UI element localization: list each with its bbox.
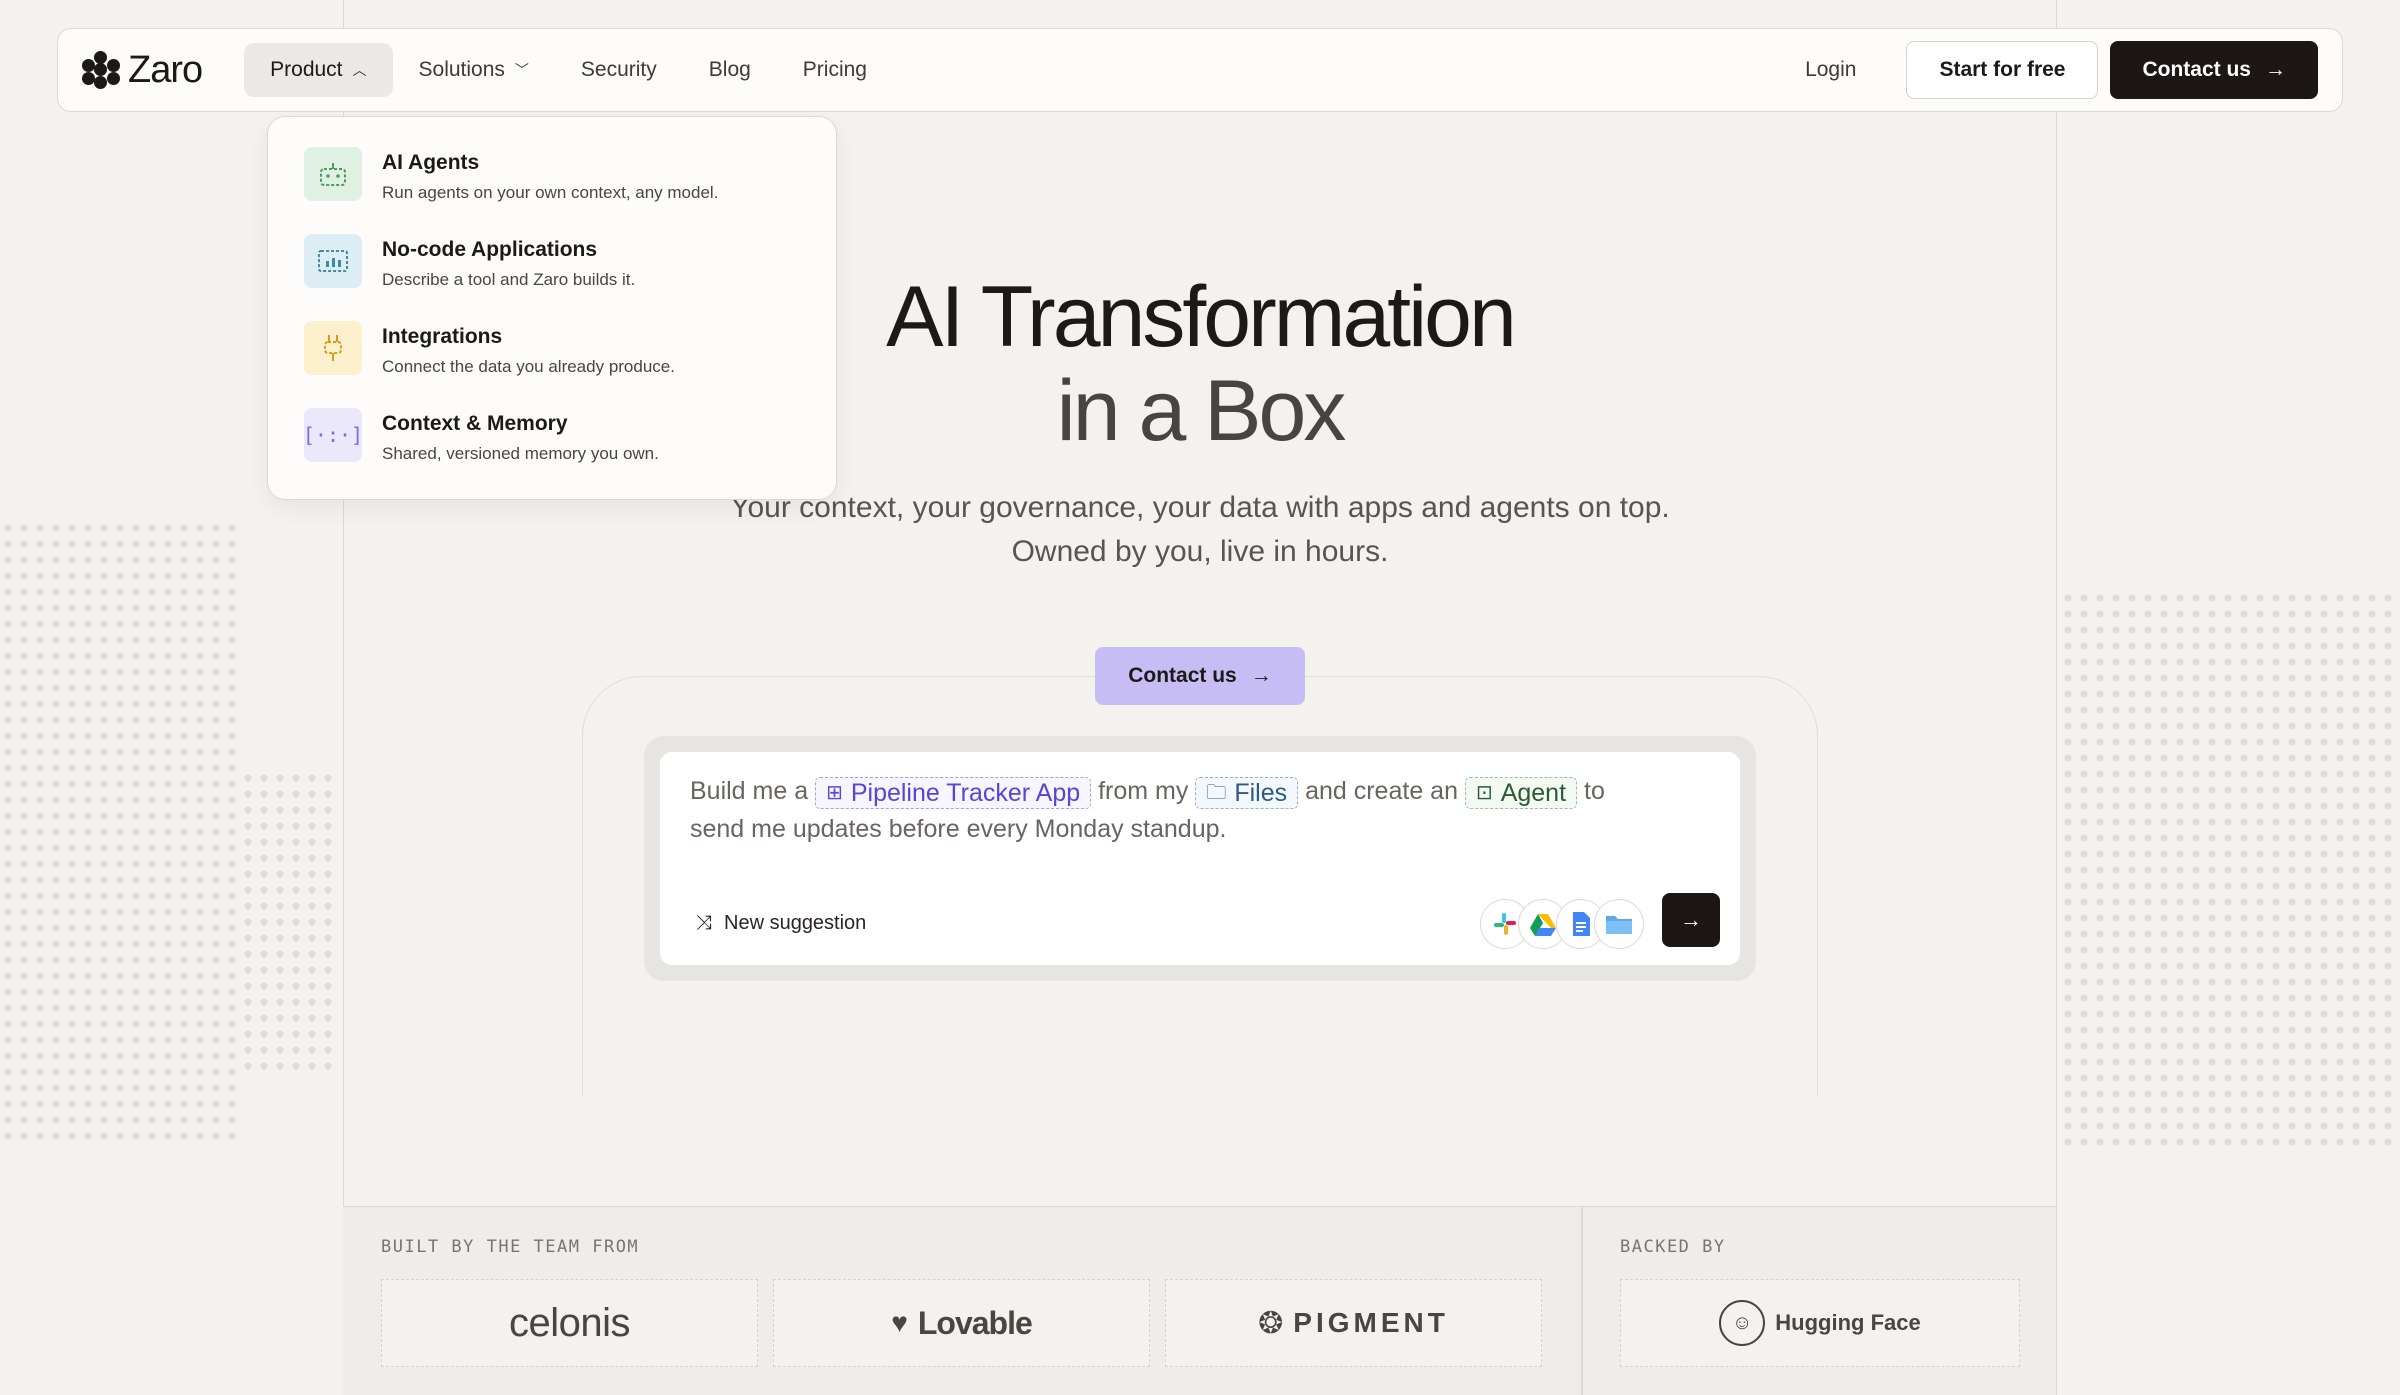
nav-pricing[interactable]: Pricing	[777, 43, 893, 97]
logos-section: BUILT BY THE TEAM FROM BACKED BY celonis…	[343, 1206, 2056, 1395]
hugging-face-icon: ☺	[1719, 1300, 1766, 1346]
menu-item-title: No-code Applications	[382, 238, 598, 261]
heart-icon: ♥	[891, 1307, 908, 1338]
dot-map-left	[0, 520, 240, 1140]
chip-agent[interactable]: ⊡ Agent	[1464, 777, 1578, 809]
chevron-up-icon: ︿	[352, 62, 367, 78]
nav-solutions-label: Solutions	[418, 58, 505, 81]
new-suggestion-button[interactable]: ⤨ New suggestion	[696, 912, 866, 935]
login-link[interactable]: Login	[1767, 58, 1894, 82]
menu-item-title: AI Agents	[382, 151, 480, 174]
menu-item-title: Context & Memory	[382, 412, 568, 435]
product-dropdown-menu: AI Agents Run agents on your own context…	[267, 116, 837, 500]
start-free-button[interactable]: Start for free	[1906, 41, 2099, 99]
chevron-down-icon: ﹀	[514, 62, 529, 78]
section-divider	[1581, 1207, 1583, 1395]
plug-icon	[304, 321, 362, 375]
app-chart-icon	[304, 234, 362, 288]
contact-us-nav-button[interactable]: Contact us →	[2110, 41, 2318, 99]
hero-contact-us-label: Contact us	[1128, 664, 1237, 687]
folder-icon	[1594, 899, 1644, 949]
hero-contact-us-button[interactable]: Contact us →	[1095, 647, 1305, 705]
hero-subtitle-line-2: Owned by you, live in hours.	[1011, 535, 1389, 568]
chip-label: Files	[1234, 779, 1288, 807]
menu-item-nocode-apps[interactable]: No-code Applications Describe a tool and…	[304, 234, 800, 321]
folder-icon: 🗀	[1206, 782, 1227, 804]
prompt-text-part: send me updates before every Monday stan…	[690, 815, 1227, 843]
arrow-right-icon: →	[1250, 664, 1272, 687]
chip-pipeline-tracker-app[interactable]: ⊞ Pipeline Tracker App	[815, 777, 1092, 809]
hugging-face-text: Hugging Face	[1775, 1310, 1921, 1335]
lovable-logo-text: Lovable	[917, 1304, 1033, 1341]
prompt-box-shell: Build me a ⊞ Pipeline Tracker App from my…	[644, 736, 1756, 981]
prompt-text-part: Build me a	[690, 777, 809, 805]
nav-product-label: Product	[270, 58, 343, 81]
brand-logo[interactable]: Zaro	[82, 48, 203, 92]
chip-label: Agent	[1500, 779, 1567, 807]
prompt-text: Build me a ⊞ Pipeline Tracker App from my…	[690, 772, 1710, 848]
menu-item-title: Integrations	[382, 325, 503, 348]
hugging-face-logo: ☺ Hugging Face	[1620, 1279, 2020, 1367]
nav-blog[interactable]: Blog	[683, 43, 777, 97]
backed-by-label: BACKED BY	[1620, 1237, 1726, 1257]
dot-map-right	[2060, 590, 2400, 1150]
menu-item-desc: Describe a tool and Zaro builds it.	[382, 270, 636, 289]
arrow-right-icon: →	[2265, 58, 2286, 81]
pigment-mark-icon: ❂	[1258, 1306, 1284, 1340]
menu-item-desc: Connect the data you already produce.	[382, 357, 675, 376]
celonis-logo: celonis	[381, 1279, 758, 1367]
built-by-label: BUILT BY THE TEAM FROM	[381, 1237, 640, 1257]
menu-item-desc: Run agents on your own context, any mode…	[382, 183, 719, 202]
brackets-icon: [·:·]	[303, 408, 363, 462]
prompt-text-part: to	[1584, 777, 1605, 805]
menu-item-ai-agents[interactable]: AI Agents Run agents on your own context…	[304, 147, 800, 234]
robot-icon	[304, 147, 362, 201]
pigment-logo-text: PIGMENT	[1293, 1307, 1449, 1338]
nav-product[interactable]: Product ︿	[244, 43, 393, 97]
nav-solutions[interactable]: Solutions ﹀	[393, 43, 555, 97]
send-button[interactable]: →	[1662, 893, 1720, 947]
robot-icon: ⊡	[1475, 782, 1493, 804]
brand-name: Zaro	[128, 48, 203, 91]
integration-icons	[1480, 899, 1644, 949]
dot-map-left-2	[240, 770, 340, 1070]
pigment-logo: ❂ PIGMENT	[1165, 1279, 1542, 1367]
prompt-box[interactable]: Build me a ⊞ Pipeline Tracker App from my…	[660, 752, 1740, 965]
prompt-text-part: and create an	[1305, 777, 1458, 805]
prompt-text-part: from my	[1098, 777, 1189, 805]
menu-item-context-memory[interactable]: [·:·] Context & Memory Shared, versioned…	[303, 408, 800, 495]
chip-label: Pipeline Tracker App	[850, 779, 1081, 807]
lovable-logo: ♥ Lovable	[773, 1279, 1150, 1367]
shuffle-icon: ⤨	[696, 912, 712, 934]
menu-item-desc: Shared, versioned memory you own.	[382, 444, 659, 463]
logo-mark-icon	[82, 51, 120, 89]
top-navbar: Zaro Product ︿ Solutions ﹀ Security Blog…	[57, 28, 2343, 112]
frame-line-right	[2056, 0, 2057, 1395]
chip-files[interactable]: 🗀 Files	[1195, 777, 1299, 809]
menu-item-integrations[interactable]: Integrations Connect the data you alread…	[304, 321, 800, 408]
celonis-logo-text: celonis	[508, 1300, 631, 1345]
nav-security[interactable]: Security	[555, 43, 683, 97]
grid-icon: ⊞	[826, 782, 843, 804]
new-suggestion-label: New suggestion	[724, 912, 867, 934]
arrow-right-icon: →	[1680, 907, 1702, 932]
contact-us-nav-label: Contact us	[2142, 58, 2251, 81]
